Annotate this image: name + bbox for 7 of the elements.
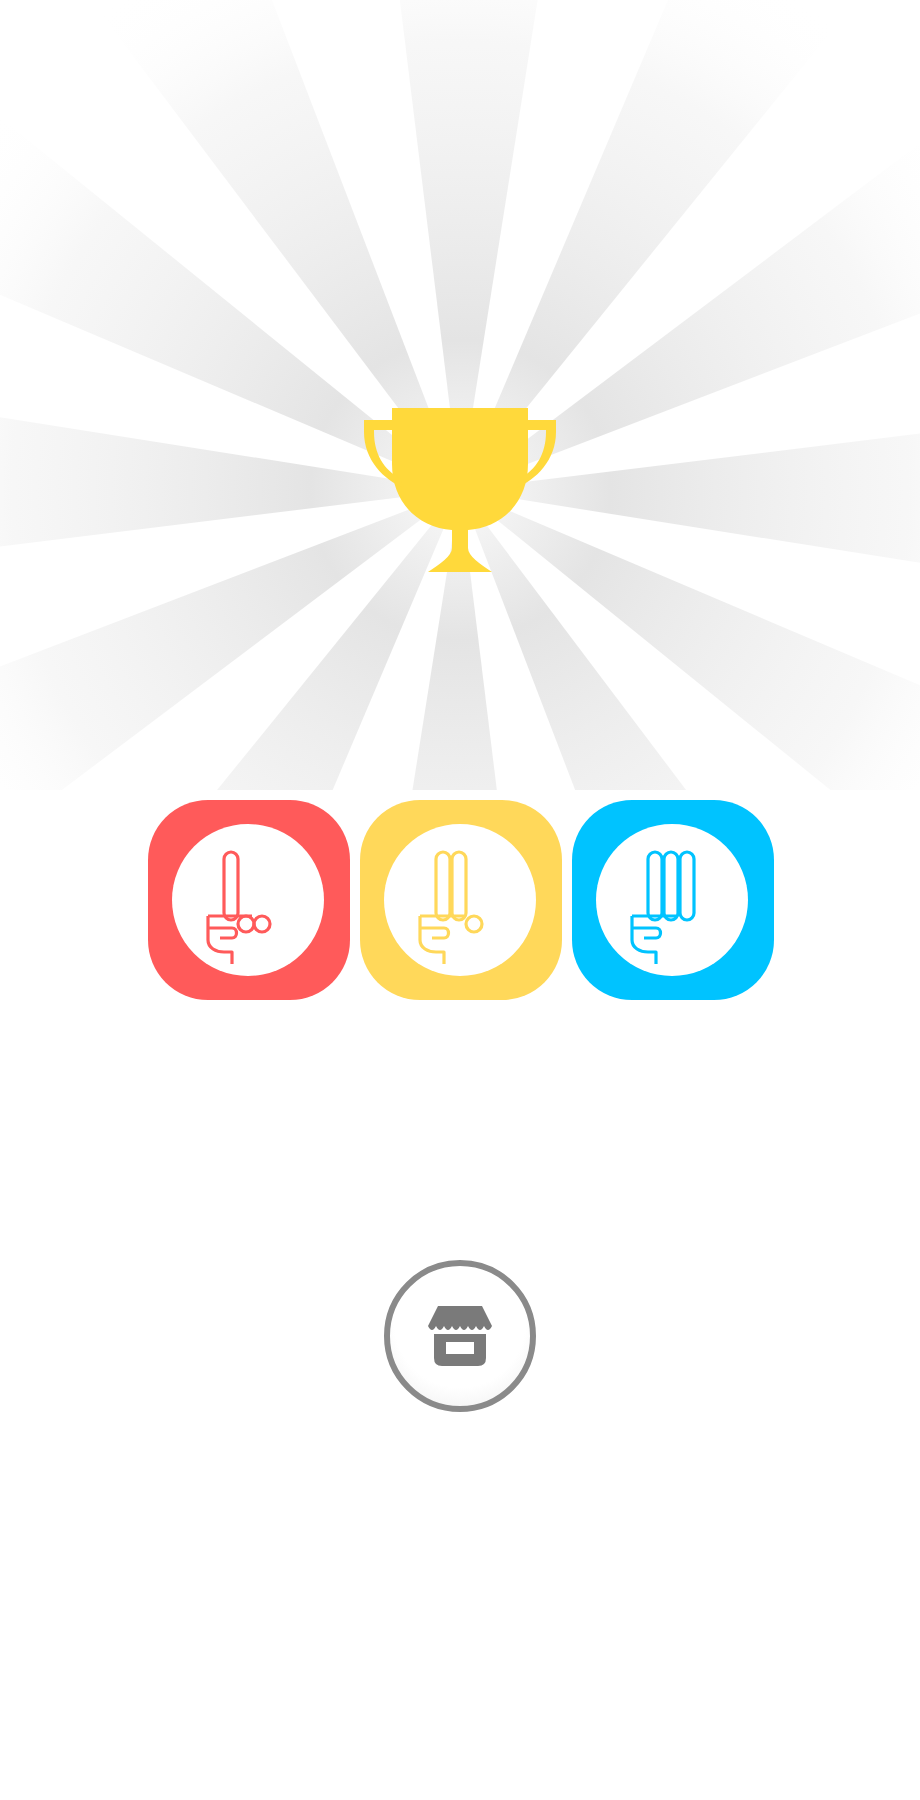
- hand-icon: [172, 824, 324, 976]
- hand-sign-button[interactable]: [147, 800, 349, 1000]
- hand-icon: [384, 824, 536, 976]
- shop-icon: [428, 1306, 492, 1366]
- hand-icon: [596, 824, 748, 976]
- hand-sign-button[interactable]: [571, 800, 773, 1000]
- trophy-icon: [364, 404, 556, 576]
